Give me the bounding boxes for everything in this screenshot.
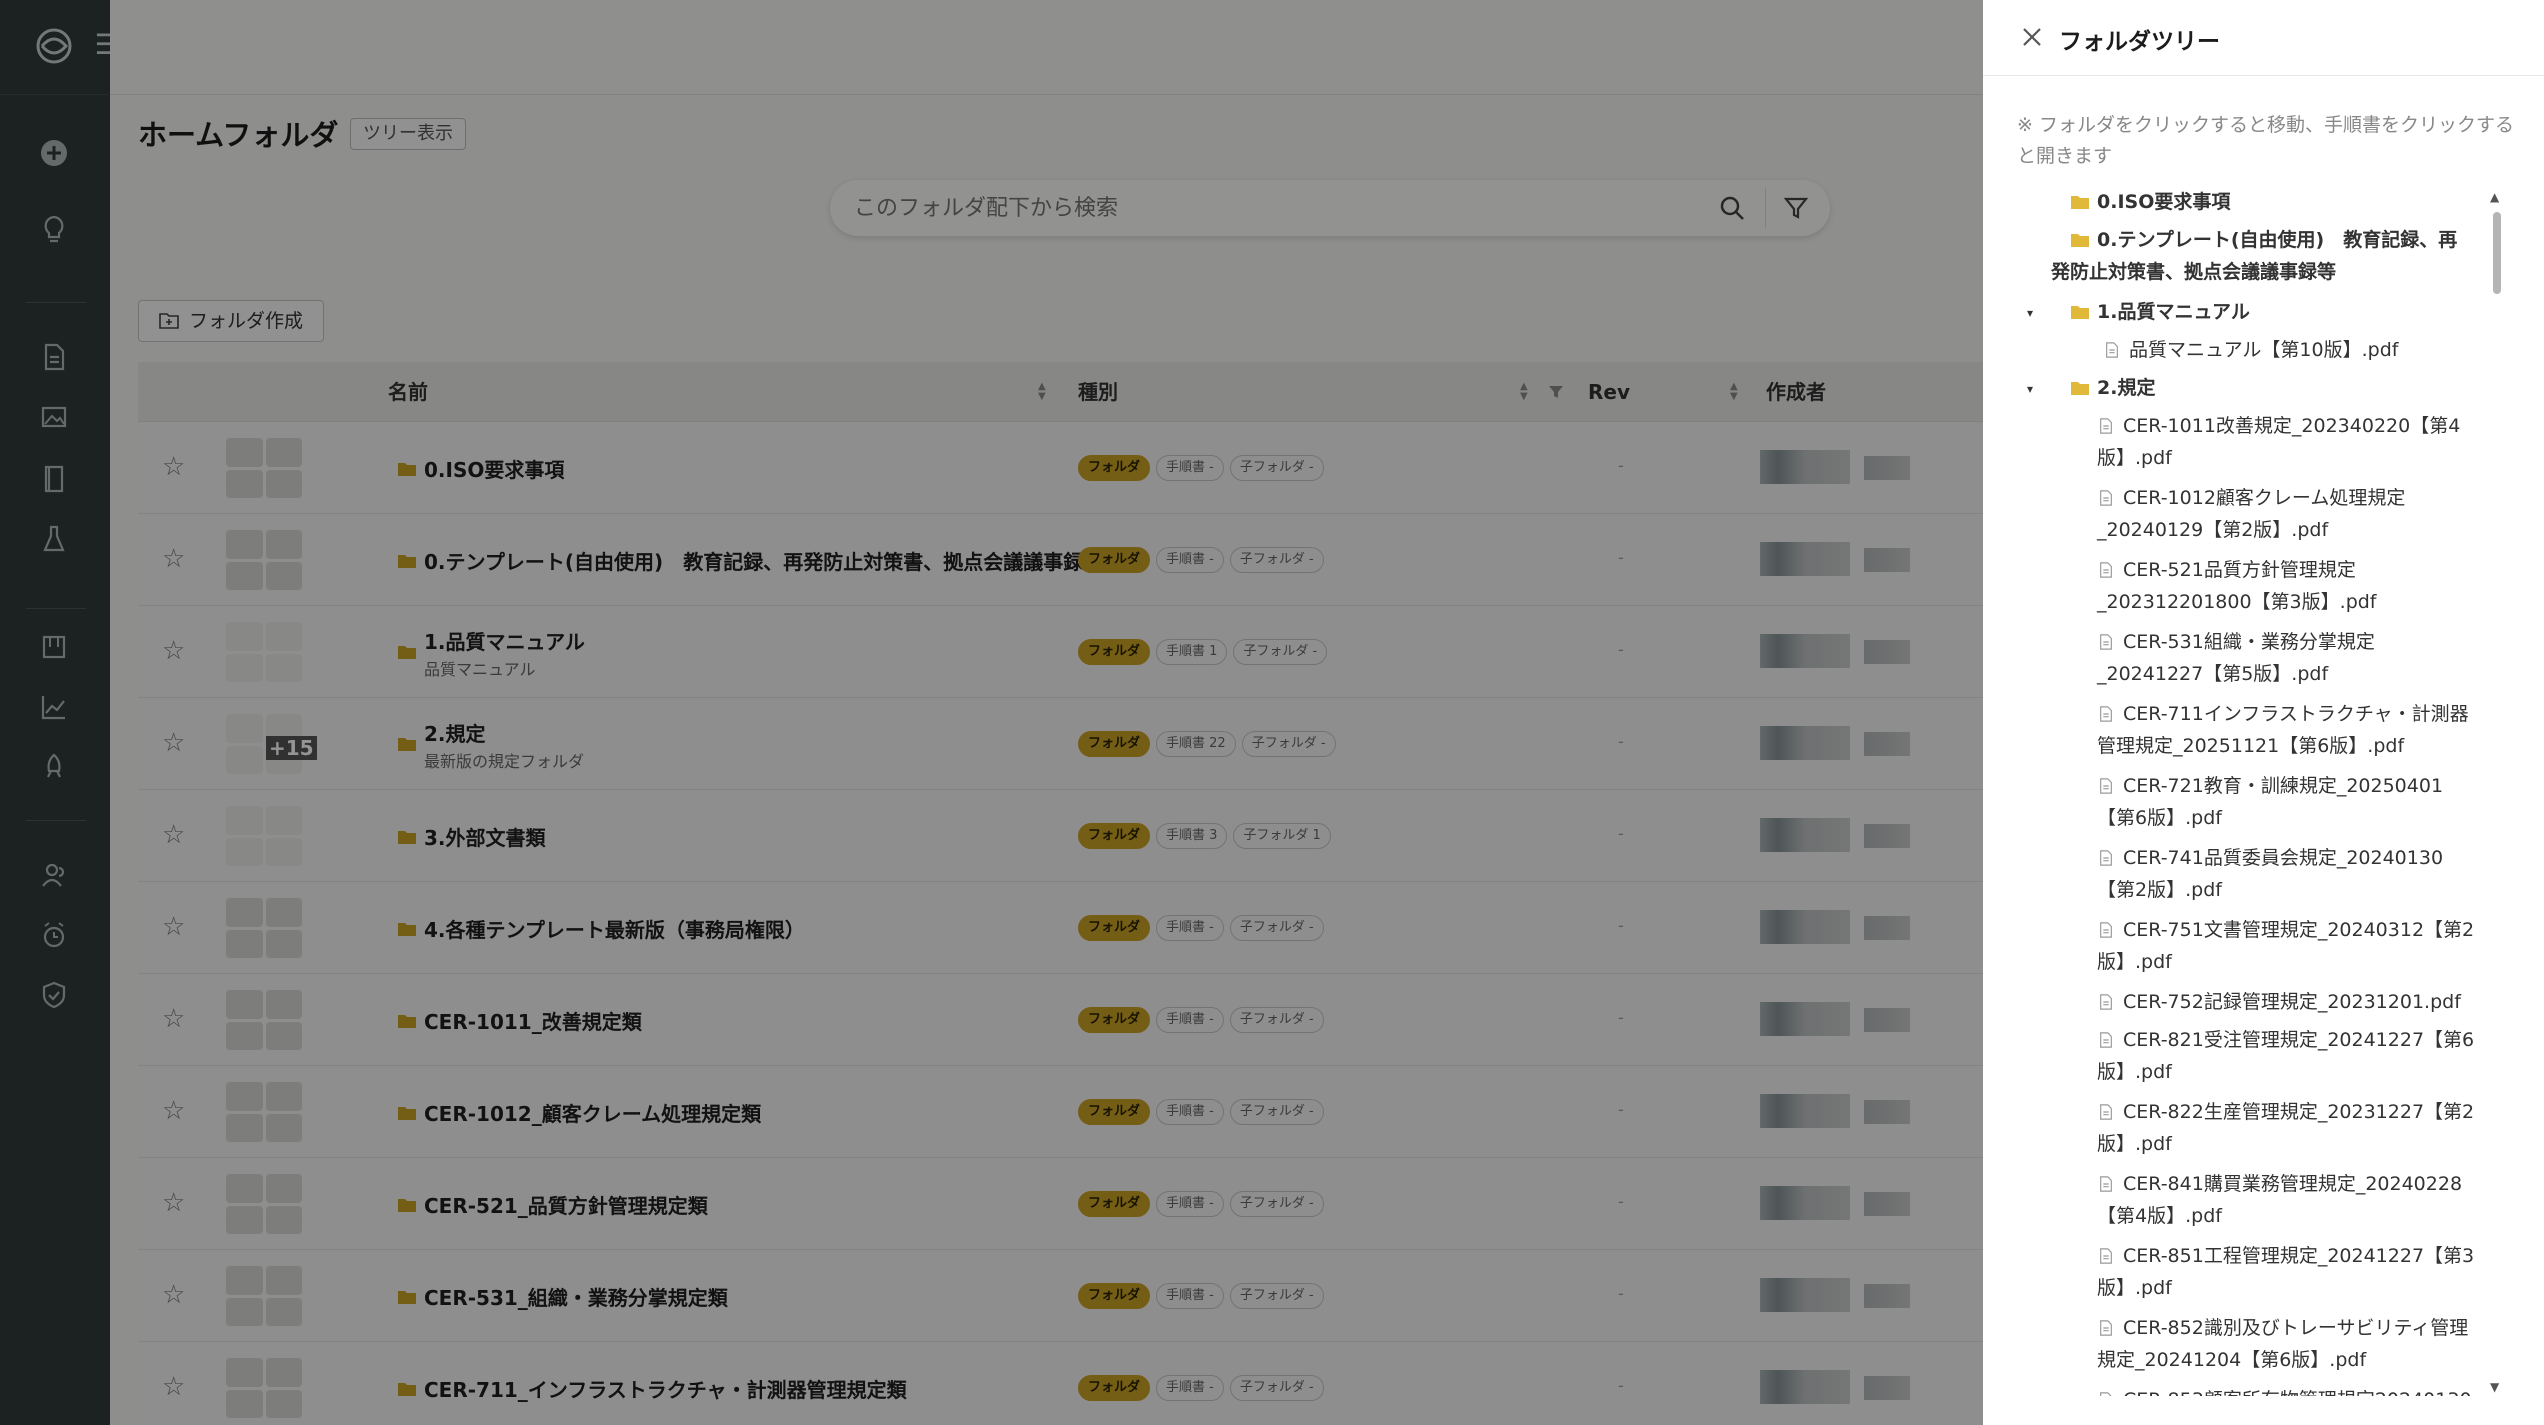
tree-folder-item[interactable]: 2.規定 [2071,372,2471,404]
tree-item-label: CER-841購買業務管理規定_20240228【第4版】.pdf [2097,1173,2463,1227]
file-icon [2100,1392,2112,1396]
file-icon [2100,1320,2112,1336]
tree-file-item[interactable]: CER-853顧客所有物管理規定20240130 [2097,1384,2477,1396]
file-icon [2100,1032,2112,1048]
tree-item-label: CER-852識別及びトレーサビリティ管理規定_20241204【第6版】.pd… [2097,1317,2469,1371]
tree-item-label: 品質マニュアル【第10版】.pdf [2129,339,2399,361]
drawer-scrollbar[interactable] [2493,212,2501,294]
tree-file-item[interactable]: CER-752記録管理規定_20231201.pdf [2097,986,2477,1018]
tree-file-item[interactable]: CER-741品質委員会規定_20240130【第2版】.pdf [2097,842,2477,906]
tree-file-item[interactable]: 品質マニュアル【第10版】.pdf [2103,334,2483,366]
tree-file-item[interactable]: CER-751文書管理規定_20240312【第2版】.pdf [2097,914,2477,978]
file-icon [2100,994,2112,1010]
drawer-header: フォルダツリー [1983,0,2544,76]
folder-tree: 0.ISO要求事項 0.テンプレート(自由使用) 教育記録、再発防止対策書、拠点会… [1983,186,2483,1396]
folder-icon [2071,382,2089,395]
tree-folder-item[interactable]: 0.テンプレート(自由使用) 教育記録、再発防止対策書、拠点会議議事録等 [2051,224,2471,288]
tree-item-label: CER-711インフラストラクチャ・計測器管理規定_20251121【第6版】.… [2097,703,2469,757]
file-icon [2100,850,2112,866]
tree-item-label: CER-751文書管理規定_20240312【第2版】.pdf [2097,919,2475,973]
tree-item-label: 2.規定 [2097,377,2156,399]
tree-file-item[interactable]: CER-851工程管理規定_20241227【第3版】.pdf [2097,1240,2477,1304]
tree-file-item[interactable]: CER-822生産管理規定_20231227【第2版】.pdf [2097,1096,2477,1160]
expand-caret-icon[interactable]: ▾ [2027,383,2041,395]
tree-file-item[interactable]: CER-721教育・訓練規定_20250401【第6版】.pdf [2097,770,2477,834]
folder-icon [2071,234,2089,247]
scroll-down-arrow[interactable]: ▼ [2490,1380,2499,1394]
tree-file-item[interactable]: CER-1012顧客クレーム処理規定_20240129【第2版】.pdf [2097,482,2477,546]
tree-file-item[interactable]: CER-1011改善規定_202340220【第4版】.pdf [2097,410,2477,474]
tree-item-label: CER-822生産管理規定_20231227【第2版】.pdf [2097,1101,2475,1155]
tree-file-item[interactable]: CER-711インフラストラクチャ・計測器管理規定_20251121【第6版】.… [2097,698,2477,762]
file-icon [2106,342,2118,358]
scroll-up-arrow[interactable]: ▲ [2490,190,2499,204]
tree-item-label: CER-752記録管理規定_20231201.pdf [2123,991,2461,1013]
folder-icon [2071,306,2089,319]
tree-item-label: 0.テンプレート(自由使用) 教育記録、再発防止対策書、拠点会議議事録等 [2051,229,2458,283]
tree-item-label: CER-741品質委員会規定_20240130【第2版】.pdf [2097,847,2444,901]
folder-icon [2071,196,2089,209]
drawer-hint: ※ フォルダをクリックすると移動、手順書をクリックすると開きます [2017,114,2514,167]
drawer-title: フォルダツリー [2059,29,2220,55]
file-icon [2100,922,2112,938]
modal-overlay[interactable] [0,0,1983,1425]
file-icon [2100,778,2112,794]
tree-item-label: CER-721教育・訓練規定_20250401【第6版】.pdf [2097,775,2444,829]
tree-item-label: 1.品質マニュアル [2097,301,2250,323]
tree-item-label: CER-851工程管理規定_20241227【第3版】.pdf [2097,1245,2475,1299]
expand-caret-icon[interactable]: ▾ [2027,307,2041,319]
file-icon [2100,418,2112,434]
tree-item-label: CER-1012顧客クレーム処理規定_20240129【第2版】.pdf [2097,487,2406,541]
tree-folder-item[interactable]: 1.品質マニュアル [2071,296,2471,328]
file-icon [2100,1176,2112,1192]
tree-item-label: CER-521品質方針管理規定_202312201800【第3版】.pdf [2097,559,2377,613]
file-icon [2100,562,2112,578]
tree-folder-item[interactable]: 0.ISO要求事項 [2071,186,2471,218]
folder-tree-drawer: フォルダツリー ※ フォルダをクリックすると移動、手順書をクリックすると開きます… [1983,0,2544,1425]
tree-item-label: CER-821受注管理規定_20241227【第6版】.pdf [2097,1029,2475,1083]
tree-item-label: CER-531組織・業務分掌規定_20241227【第5版】.pdf [2097,631,2375,685]
tree-file-item[interactable]: CER-841購買業務管理規定_20240228【第4版】.pdf [2097,1168,2477,1232]
tree-file-item[interactable]: CER-521品質方針管理規定_202312201800【第3版】.pdf [2097,554,2477,618]
file-icon [2100,634,2112,650]
tree-item-label: CER-1011改善規定_202340220【第4版】.pdf [2097,415,2461,469]
file-icon [2100,1104,2112,1120]
file-icon [2100,490,2112,506]
tree-item-label: CER-853顧客所有物管理規定20240130 [2123,1389,2472,1396]
tree-file-item[interactable]: CER-531組織・業務分掌規定_20241227【第5版】.pdf [2097,626,2477,690]
tree-file-item[interactable]: CER-821受注管理規定_20241227【第6版】.pdf [2097,1024,2477,1088]
tree-file-item[interactable]: CER-852識別及びトレーサビリティ管理規定_20241204【第6版】.pd… [2097,1312,2477,1376]
tree-item-label: 0.ISO要求事項 [2097,191,2231,213]
close-icon[interactable] [2019,24,2045,50]
file-icon [2100,1248,2112,1264]
file-icon [2100,706,2112,722]
